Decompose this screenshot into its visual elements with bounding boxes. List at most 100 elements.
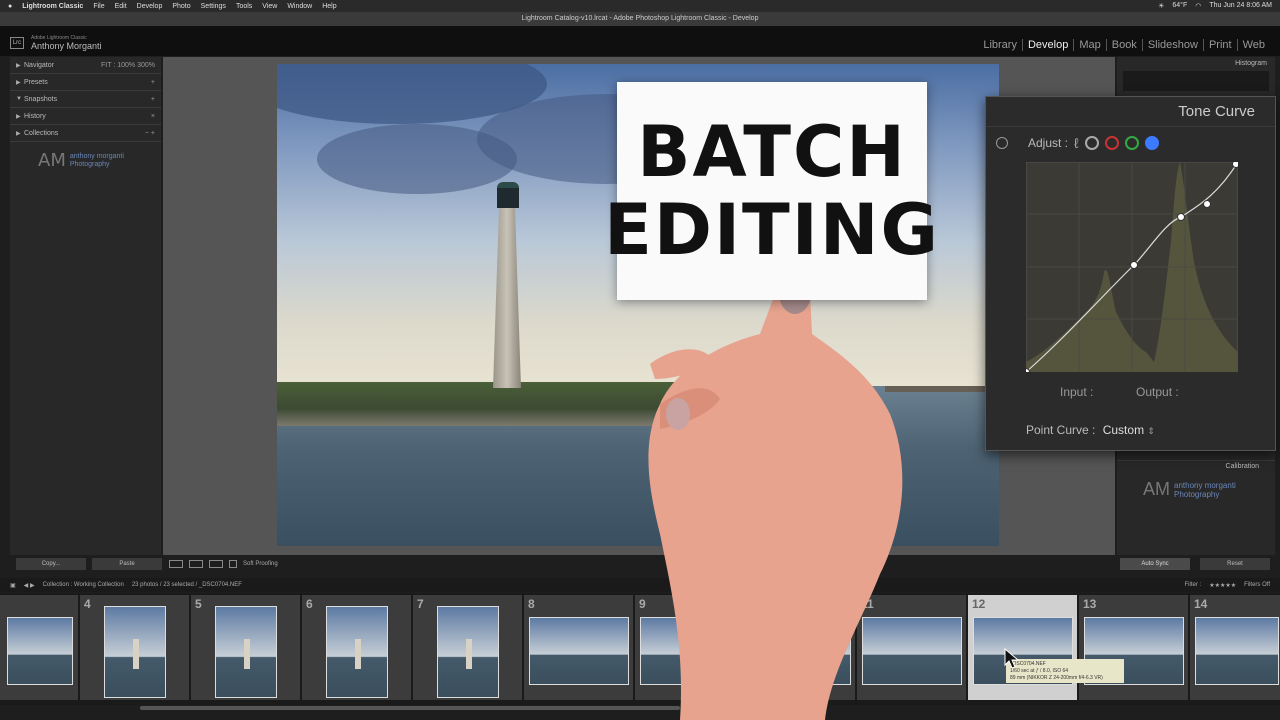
filmstrip-cell[interactable]: 13 bbox=[1079, 595, 1188, 700]
curve-point[interactable] bbox=[1177, 213, 1185, 221]
before-after-icon[interactable] bbox=[189, 560, 203, 568]
filmstrip-cell[interactable] bbox=[0, 595, 78, 700]
weather-icon[interactable]: ☀ bbox=[1158, 2, 1164, 10]
star-filter-icon[interactable]: ★★★★★ bbox=[1209, 582, 1236, 589]
photo-thumbnail[interactable] bbox=[215, 606, 277, 698]
photo-count[interactable]: 23 photos / 23 selected / _DSC0704.NEF bbox=[132, 582, 242, 588]
panel-collections[interactable]: ▶ Collections − + bbox=[10, 125, 161, 142]
menu-edit[interactable]: Edit bbox=[115, 3, 127, 10]
filmstrip-cell-selected[interactable]: 12 bbox=[968, 595, 1077, 700]
identity-line2: Photography bbox=[1174, 489, 1220, 499]
filmstrip-cell[interactable]: 6 bbox=[302, 595, 411, 700]
photo-thumbnail[interactable] bbox=[104, 606, 166, 698]
panel-snapshots[interactable]: ▼ Snapshots + bbox=[10, 91, 161, 108]
curve-point[interactable] bbox=[1232, 162, 1239, 168]
nav-arrows-icon[interactable]: ◀ ▶ bbox=[24, 582, 35, 589]
identity-initials: AM bbox=[38, 150, 66, 171]
lighthouse-lantern bbox=[497, 182, 519, 208]
module-slideshow[interactable]: Slideshow bbox=[1143, 39, 1204, 51]
rgb-channel-button[interactable] bbox=[1084, 136, 1099, 150]
histogram-header[interactable]: Histogram bbox=[1117, 57, 1275, 71]
menu-file[interactable]: File bbox=[93, 3, 104, 10]
tone-curve-title[interactable]: Tone Curve bbox=[986, 97, 1275, 127]
module-print[interactable]: Print bbox=[1204, 39, 1238, 51]
menu-view[interactable]: View bbox=[262, 3, 277, 10]
wifi-icon[interactable]: ◠ bbox=[1195, 2, 1201, 10]
add-snapshot-button[interactable]: + bbox=[151, 96, 155, 103]
panel-history[interactable]: ▶ History × bbox=[10, 108, 161, 125]
menu-app-name[interactable]: Lightroom Classic bbox=[22, 3, 83, 10]
cell-number: 4 bbox=[84, 597, 91, 611]
cell-number: 13 bbox=[1083, 597, 1097, 611]
photo-thumbnail[interactable] bbox=[437, 606, 499, 698]
curve-point[interactable] bbox=[1203, 200, 1211, 208]
panel-presets[interactable]: ▶ Presets + bbox=[10, 74, 161, 91]
batch-editing-card: BATCH EDITING bbox=[604, 82, 938, 300]
filmstrip-scrollbar[interactable] bbox=[140, 706, 680, 710]
thumbnail-lighthouse bbox=[466, 639, 472, 669]
red-channel-button[interactable] bbox=[1104, 136, 1119, 150]
menu-photo[interactable]: Photo bbox=[172, 3, 190, 10]
photo-thumbnail[interactable] bbox=[7, 617, 73, 685]
reset-button[interactable]: Reset bbox=[1200, 558, 1270, 570]
before-after-split-icon[interactable] bbox=[209, 560, 223, 568]
filmstrip-cell[interactable]: 4 bbox=[80, 595, 189, 700]
menu-tools[interactable]: Tools bbox=[236, 3, 252, 10]
module-library[interactable]: Library bbox=[978, 39, 1023, 51]
mouse-cursor-icon bbox=[1004, 648, 1020, 669]
menu-develop[interactable]: Develop bbox=[137, 3, 163, 10]
clock[interactable]: Thu Jun 24 8:06 AM bbox=[1209, 2, 1272, 10]
blue-channel-button[interactable] bbox=[1144, 136, 1159, 150]
auto-sync-button[interactable]: Auto Sync bbox=[1120, 558, 1190, 570]
source-collection[interactable]: Collection : Working Collection bbox=[43, 582, 124, 588]
cell-number: 14 bbox=[1194, 597, 1208, 611]
menu-window[interactable]: Window bbox=[287, 3, 312, 10]
paste-button[interactable]: Paste bbox=[92, 558, 162, 570]
output-readout: Output : bbox=[1136, 385, 1179, 399]
panel-navigator[interactable]: ▶ Navigator FIT : 100% 300% bbox=[10, 57, 161, 74]
copy-button[interactable]: Copy... bbox=[16, 558, 86, 570]
clear-history-button[interactable]: × bbox=[151, 113, 155, 120]
soft-proofing-checkbox[interactable] bbox=[229, 560, 237, 568]
panel-label: Snapshots bbox=[24, 95, 58, 103]
curve-point[interactable] bbox=[1130, 261, 1138, 269]
point-curve-select[interactable]: Custom bbox=[1103, 423, 1144, 437]
right-buttons: Auto Sync Reset bbox=[1120, 558, 1270, 570]
photo-thumbnail[interactable] bbox=[326, 606, 388, 698]
module-web[interactable]: Web bbox=[1238, 39, 1270, 51]
card-line-1: BATCH bbox=[637, 111, 907, 193]
filmstrip-cell[interactable]: 5 bbox=[191, 595, 300, 700]
green-channel-button[interactable] bbox=[1124, 136, 1139, 150]
lrc-logo-icon: Lrc bbox=[10, 37, 24, 49]
menu-settings[interactable]: Settings bbox=[201, 3, 226, 10]
updown-arrows-icon[interactable]: ⇕ bbox=[1147, 426, 1155, 436]
parametric-curve-icon[interactable]: ℓ bbox=[1074, 135, 1079, 151]
photo-thumbnail[interactable] bbox=[1195, 617, 1279, 685]
add-preset-button[interactable]: + bbox=[151, 79, 155, 86]
targeted-adjustment-icon[interactable] bbox=[996, 137, 1008, 149]
module-map[interactable]: Map bbox=[1074, 39, 1107, 51]
triangle-down-icon: ▼ bbox=[16, 96, 22, 102]
tone-curve-graph[interactable] bbox=[1026, 162, 1238, 372]
filmstrip-cell[interactable]: 14 bbox=[1190, 595, 1280, 700]
menu-help[interactable]: Help bbox=[322, 3, 336, 10]
module-book[interactable]: Book bbox=[1107, 39, 1143, 51]
collection-actions[interactable]: − + bbox=[145, 130, 155, 137]
module-picker: Library Develop Map Book Slideshow Print… bbox=[978, 39, 1270, 51]
loupe-view-icon[interactable] bbox=[169, 560, 183, 568]
identity-initials: AM bbox=[1143, 479, 1170, 499]
apple-icon[interactable]: ● bbox=[8, 3, 12, 10]
panel-calibration[interactable]: Calibration bbox=[1117, 460, 1275, 473]
filters-off-select[interactable]: Filters Off bbox=[1244, 582, 1270, 589]
cell-number: 7 bbox=[417, 597, 424, 611]
filmstrip-cell[interactable]: 7 bbox=[413, 595, 522, 700]
left-buttons: Copy... Paste bbox=[16, 558, 162, 570]
triangle-right-icon: ▶ bbox=[16, 130, 21, 137]
module-develop[interactable]: Develop bbox=[1023, 39, 1075, 51]
cell-number: 6 bbox=[306, 597, 313, 611]
triangle-right-icon: ▶ bbox=[16, 62, 21, 69]
cell-number: 12 bbox=[972, 597, 986, 611]
tooltip-lens: 89 mm (NIKKOR Z 24-200mm f/4-6.3 VR) bbox=[1010, 675, 1103, 681]
screen-1-icon[interactable]: ▣ bbox=[10, 582, 16, 589]
zoom-options[interactable]: FIT : 100% 300% bbox=[101, 62, 155, 69]
